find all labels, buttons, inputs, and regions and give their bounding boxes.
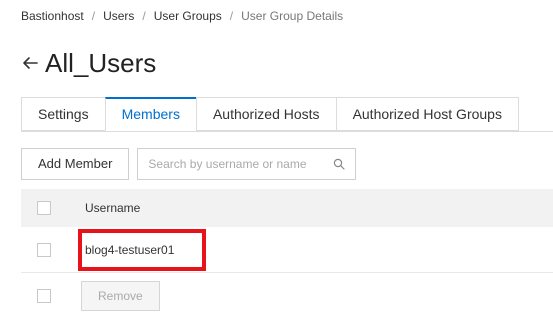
breadcrumb-separator: / xyxy=(229,9,234,23)
breadcrumb-separator: / xyxy=(91,9,96,23)
tab-settings[interactable]: Settings xyxy=(21,97,106,131)
search-input[interactable] xyxy=(148,157,329,171)
page-title: All_Users xyxy=(45,48,157,78)
table-header: Username xyxy=(21,189,553,227)
tabs-divider xyxy=(21,131,553,132)
add-member-button[interactable]: Add Member xyxy=(21,148,130,180)
breadcrumb-item-user-groups[interactable]: User Groups xyxy=(154,9,222,23)
search-icon[interactable] xyxy=(333,158,346,170)
select-all-checkbox[interactable] xyxy=(37,201,51,215)
breadcrumb-item-bastionhost[interactable]: Bastionhost xyxy=(21,9,84,23)
row-checkbox[interactable] xyxy=(37,242,51,257)
table-row: blog4-testuser01 xyxy=(21,227,553,273)
arrow-left-icon[interactable] xyxy=(21,54,39,72)
remove-button[interactable]: Remove xyxy=(81,280,160,311)
tab-bar: Settings Members Authorized Hosts Author… xyxy=(21,97,519,132)
breadcrumb: Bastionhost / Users / User Groups / User Group… xyxy=(21,9,343,23)
search-box xyxy=(137,148,357,180)
column-header-username[interactable]: Username xyxy=(85,201,140,215)
table-footer: Remove xyxy=(21,273,553,318)
footer-select-checkbox[interactable] xyxy=(37,288,51,303)
toolbar: Add Member xyxy=(21,148,357,180)
breadcrumb-item-users[interactable]: Users xyxy=(103,9,134,23)
breadcrumb-separator: / xyxy=(142,9,146,23)
tab-authorized-hosts[interactable]: Authorized Hosts xyxy=(195,97,337,131)
page-header: All_Users xyxy=(21,46,156,80)
username-cell: blog4-testuser01 xyxy=(85,242,175,257)
members-table: Username blog4-testuser01 Remove xyxy=(21,189,553,318)
tab-authorized-host-groups[interactable]: Authorized Host Groups xyxy=(335,97,519,131)
breadcrumb-item-user-group-details: User Group Details xyxy=(241,9,344,23)
tab-members[interactable]: Members xyxy=(104,97,197,131)
